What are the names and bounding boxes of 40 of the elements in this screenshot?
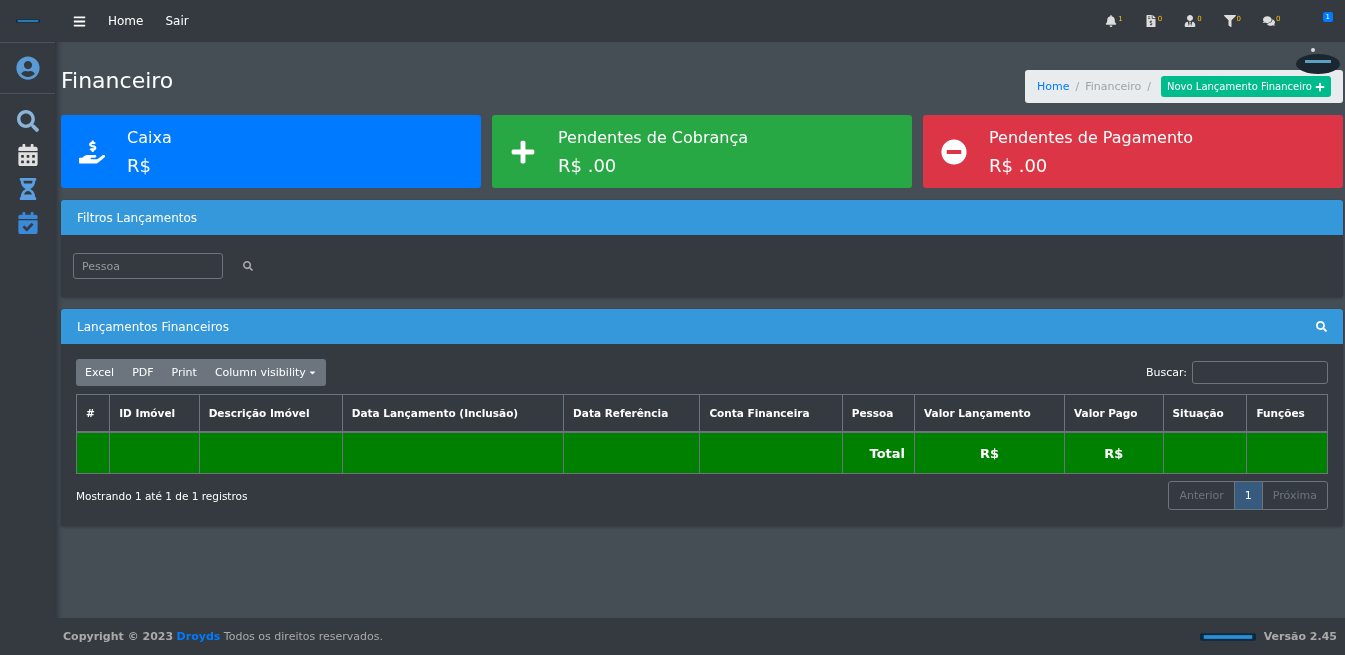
total-label-cell: Total: [842, 432, 915, 474]
person-input-field[interactable]: Pessoa: [73, 253, 223, 279]
card-title: Lançamentos Financeiros: [77, 319, 229, 334]
search-label: Buscar:: [1145, 366, 1187, 379]
nav-link[interactable]: Home: [108, 14, 144, 28]
total-value-cell: R$: [1064, 432, 1164, 474]
stat-value: R$ .00: [558, 154, 618, 176]
page-title: Financeiro: [61, 68, 174, 93]
search-icon[interactable]: [1316, 321, 1327, 332]
stat-title: Pendentes de Cobrança: [558, 127, 749, 147]
table-info: Mostrando 1 até 1 de 1 registros: [76, 489, 248, 502]
export-button[interactable]: Column visibility: [205, 359, 326, 386]
minus-icon: [941, 138, 967, 165]
page-button[interactable]: 1: [1233, 482, 1262, 509]
caret-icon: [307, 368, 317, 377]
export-button[interactable]: Print: [162, 359, 206, 386]
stat-title: Pendentes de Pagamento: [989, 127, 1194, 147]
logo-icon: [1199, 631, 1256, 642]
logo-icon: [15, 16, 40, 26]
hand-icon: [79, 138, 105, 165]
version-text: Versão 2.45: [1263, 630, 1337, 643]
copyright-text: Copyright © 2023 Droyds Todos os direitos reservados.: [63, 630, 383, 643]
search-input-field[interactable]: [1192, 361, 1328, 384]
export-button[interactable]: Excel: [76, 359, 124, 386]
stat-value: R$ .00: [989, 154, 1049, 176]
total-value-cell: R$: [914, 432, 1065, 474]
nav-link[interactable]: Sair: [165, 14, 189, 28]
menu-icon[interactable]: [73, 14, 86, 28]
breadcrumb-separator: /: [1147, 80, 1151, 93]
user-avatar-icon[interactable]: [15, 56, 40, 80]
plus-icon: [1315, 81, 1325, 92]
stat-value: R$: [127, 154, 152, 176]
search-icon[interactable]: [14, 108, 41, 134]
export-button[interactable]: PDF: [123, 359, 163, 386]
card-title: Filtros Lançamentos: [77, 210, 198, 225]
stat-title: Caixa: [127, 127, 172, 147]
breadcrumb-separator: /: [1075, 80, 1080, 93]
search-icon[interactable]: [243, 261, 253, 271]
robot-drawing: [1293, 46, 1343, 76]
plus-icon: [510, 138, 536, 165]
